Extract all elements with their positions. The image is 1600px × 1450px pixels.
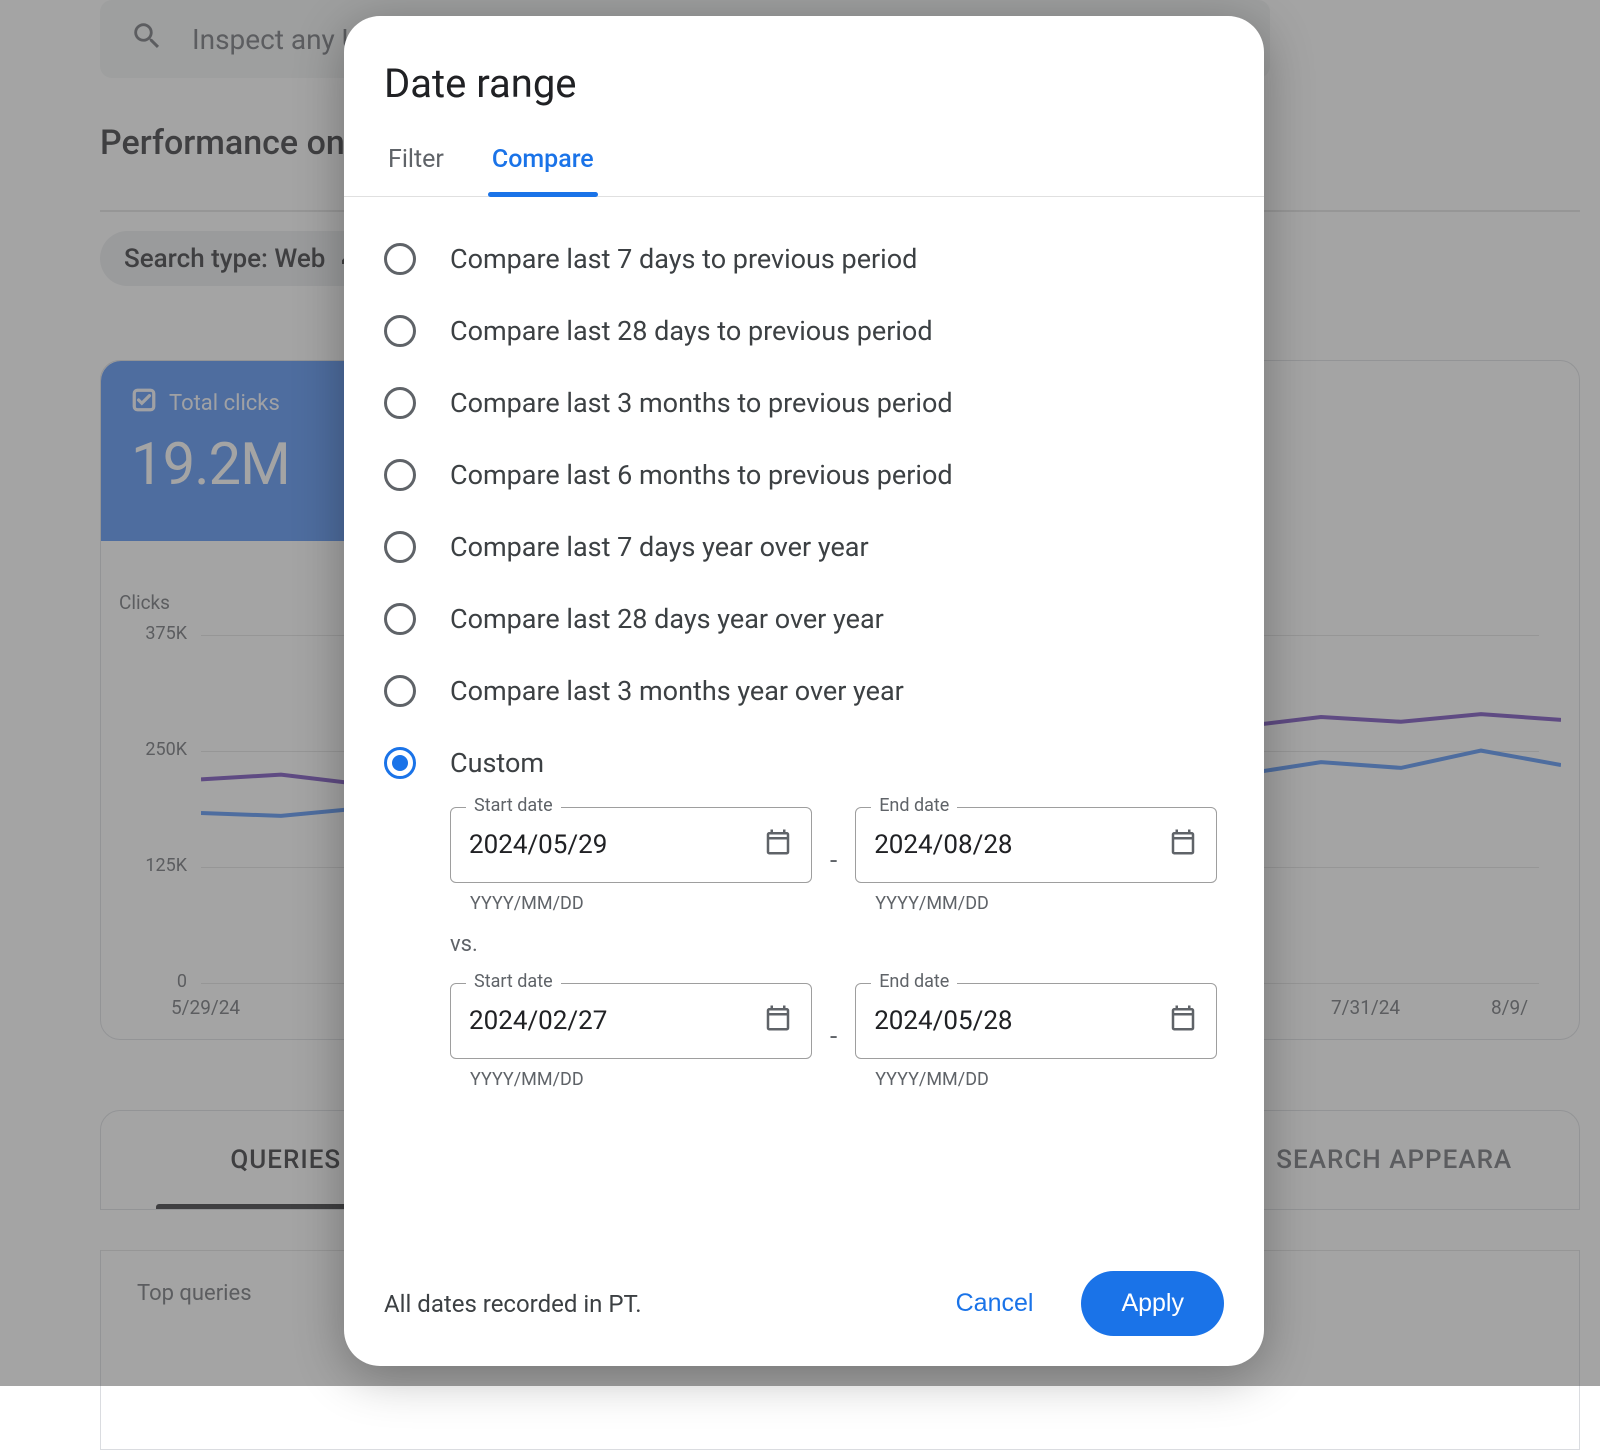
tile-label: Total clicks <box>169 391 280 416</box>
calendar-icon[interactable] <box>1168 827 1198 864</box>
range-dash: - <box>830 846 837 876</box>
dialog-tabs: Filter Compare <box>344 127 1264 197</box>
radio-label: Custom <box>450 747 544 779</box>
apply-button[interactable]: Apply <box>1081 1271 1224 1336</box>
chip-label: Search type: Web <box>124 244 325 274</box>
radio-icon[interactable] <box>384 603 416 635</box>
radio-label: Compare last 28 days year over year <box>450 603 884 635</box>
compare-option-4[interactable]: Compare last 7 days year over year <box>384 511 1224 583</box>
start-date-b[interactable]: Start date 2024/02/27 YYYY/MM/DD <box>450 983 812 1090</box>
radio-icon[interactable] <box>384 243 416 275</box>
range-dash: - <box>830 1022 837 1052</box>
x-tick: 8/9/ <box>1491 996 1528 1019</box>
date-hint: YYYY/MM/DD <box>875 893 1217 914</box>
search-icon <box>130 19 164 60</box>
date-value: 2024/02/27 <box>469 1006 607 1036</box>
radio-label: Compare last 6 months to previous period <box>450 459 953 491</box>
field-label: End date <box>871 971 957 992</box>
radio-label: Compare last 28 days to previous period <box>450 315 933 347</box>
y-tick: 375K <box>127 623 187 644</box>
radio-label: Compare last 3 months to previous period <box>450 387 953 419</box>
timezone-note: All dates recorded in PT. <box>384 1290 908 1318</box>
compare-option-6[interactable]: Compare last 3 months year over year <box>384 655 1224 727</box>
vs-label: vs. <box>450 914 1224 975</box>
search-placeholder: Inspect any U <box>192 23 360 56</box>
end-date-a[interactable]: End date 2024/08/28 YYYY/MM/DD <box>855 807 1217 914</box>
radio-label: Compare last 7 days to previous period <box>450 243 917 275</box>
calendar-icon[interactable] <box>763 827 793 864</box>
tab-compare[interactable]: Compare <box>488 127 598 196</box>
date-range-dialog: Date range Filter Compare Compare last 7… <box>344 16 1264 1366</box>
radio-icon[interactable] <box>384 747 416 779</box>
date-value: 2024/05/29 <box>469 830 607 860</box>
y-axis-label: Clicks <box>119 591 170 614</box>
x-tick: 5/29/24 <box>171 996 240 1019</box>
radio-label: Compare last 7 days year over year <box>450 531 869 563</box>
date-hint: YYYY/MM/DD <box>470 893 812 914</box>
cancel-button[interactable]: Cancel <box>938 1275 1052 1332</box>
radio-icon[interactable] <box>384 675 416 707</box>
y-tick: 125K <box>127 855 187 876</box>
radio-icon[interactable] <box>384 531 416 563</box>
radio-icon[interactable] <box>384 459 416 491</box>
end-date-b[interactable]: End date 2024/05/28 YYYY/MM/DD <box>855 983 1217 1090</box>
x-tick: 7/31/24 <box>1331 996 1400 1019</box>
date-range-b: Start date 2024/02/27 YYYY/MM/DD - End d… <box>450 983 1224 1090</box>
compare-option-0[interactable]: Compare last 7 days to previous period <box>384 223 1224 295</box>
dialog-title: Date range <box>344 16 1264 127</box>
date-value: 2024/08/28 <box>874 830 1012 860</box>
compare-option-7[interactable]: Custom <box>384 727 1224 799</box>
dialog-body[interactable]: Compare last 7 days to previous period Co… <box>344 197 1264 1249</box>
date-hint: YYYY/MM/DD <box>875 1069 1217 1090</box>
compare-option-5[interactable]: Compare last 28 days year over year <box>384 583 1224 655</box>
tab-filter[interactable]: Filter <box>384 127 448 196</box>
start-date-a[interactable]: Start date 2024/05/29 YYYY/MM/DD <box>450 807 812 914</box>
date-hint: YYYY/MM/DD <box>470 1069 812 1090</box>
radio-icon[interactable] <box>384 315 416 347</box>
dialog-footer: All dates recorded in PT. Cancel Apply <box>344 1249 1264 1366</box>
calendar-icon[interactable] <box>763 1003 793 1040</box>
y-tick: 250K <box>127 739 187 760</box>
date-range-a: Start date 2024/05/29 YYYY/MM/DD - End d… <box>450 807 1224 914</box>
date-value: 2024/05/28 <box>874 1006 1012 1036</box>
tile-value: 19.2M <box>131 431 331 499</box>
radio-label: Compare last 3 months year over year <box>450 675 904 707</box>
compare-option-1[interactable]: Compare last 28 days to previous period <box>384 295 1224 367</box>
field-label: Start date <box>466 971 561 992</box>
field-label: Start date <box>466 795 561 816</box>
compare-option-3[interactable]: Compare last 6 months to previous period <box>384 439 1224 511</box>
calendar-icon[interactable] <box>1168 1003 1198 1040</box>
tab-search-appearance[interactable]: SEARCH APPEARA <box>1210 1111 1580 1209</box>
page-title: Performance on <box>100 123 345 163</box>
compare-option-2[interactable]: Compare last 3 months to previous period <box>384 367 1224 439</box>
field-label: End date <box>871 795 957 816</box>
total-clicks-tile[interactable]: Total clicks 19.2M <box>101 361 361 541</box>
checkbox-checked-icon <box>131 387 157 419</box>
radio-icon[interactable] <box>384 387 416 419</box>
y-tick: 0 <box>127 971 187 992</box>
